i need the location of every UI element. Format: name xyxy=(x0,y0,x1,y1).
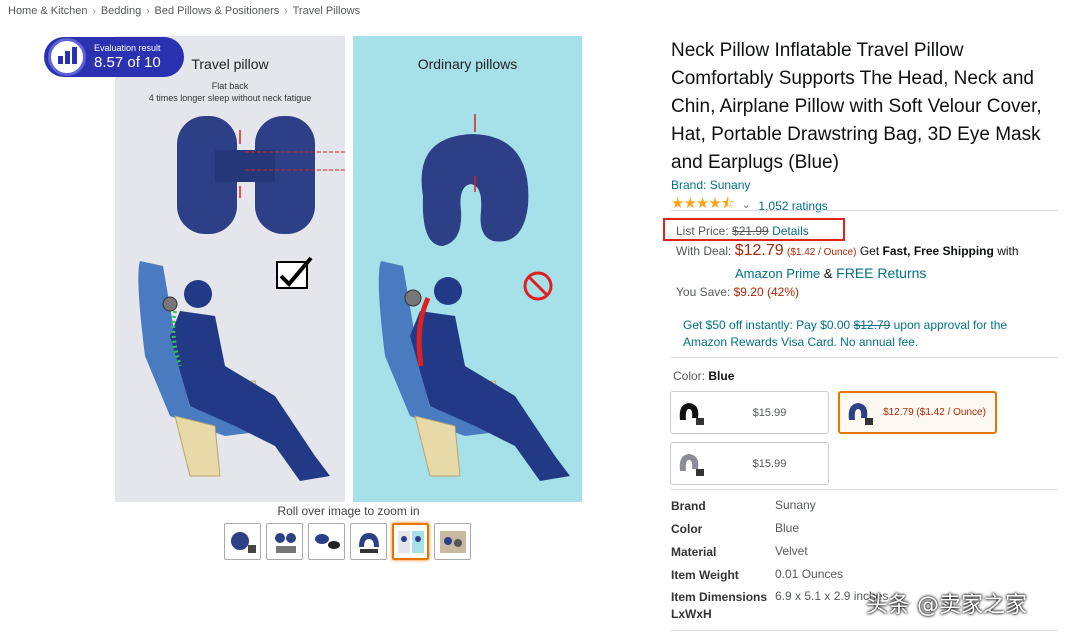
thumbnail-3[interactable] xyxy=(308,523,345,560)
shipping-with: with xyxy=(997,244,1019,258)
brand-link[interactable]: Brand: Sunany xyxy=(671,178,750,192)
star-rating-icon[interactable]: ★★★★⯪ xyxy=(671,193,735,218)
divider xyxy=(671,357,1058,358)
spec-value: Blue xyxy=(775,521,800,535)
deal-price: $12.79 xyxy=(734,242,784,259)
swatch-price: $15.99 xyxy=(752,457,787,470)
shipping-get: Get xyxy=(859,244,880,258)
you-save-value: $9.20 (42%) xyxy=(733,285,799,299)
amazon-prime-link[interactable]: Amazon Prime xyxy=(735,266,820,281)
swatch-blue[interactable]: $12.79 ($1.42 / Ounce) xyxy=(838,391,997,434)
swatch-gray[interactable]: $15.99 xyxy=(670,442,829,485)
thumbnail-5[interactable] xyxy=(392,523,429,560)
prime-row: Amazon Prime & FREE Returns xyxy=(735,265,926,281)
swatch-price: $15.99 xyxy=(752,406,787,419)
spec-value: Velvet xyxy=(775,544,808,558)
spec-value: Sunany xyxy=(775,498,816,512)
image-panel-travel-pillow: Travel pillow Flat back 4 times longer s… xyxy=(115,36,345,502)
zoom-hint: Roll over image to zoom in xyxy=(277,504,420,518)
deal-price-row: With Deal: $12.79 ($1.42 / Ounce) Get Fa… xyxy=(676,242,1019,260)
thumbnail-2[interactable] xyxy=(266,523,303,560)
spec-key: Material xyxy=(671,545,717,559)
thumbnail-4[interactable] xyxy=(350,523,387,560)
travel-pillow-illustration xyxy=(138,116,345,481)
thumbnail-1[interactable] xyxy=(224,523,261,560)
visa-promo[interactable]: Get $50 off instantly: Pay $0.00 $12.79 … xyxy=(683,317,1043,351)
spec-key: Color xyxy=(671,522,703,536)
swatch-price: $12.79 ($1.42 / Ounce) xyxy=(883,407,986,418)
divider xyxy=(671,630,1058,631)
divider xyxy=(671,489,1058,490)
deal-label: With Deal: xyxy=(676,244,732,258)
swatch-black[interactable]: $15.99 xyxy=(670,391,829,434)
evaluation-score: 8.57 of 10 xyxy=(94,53,161,71)
list-price-value: $21.99 xyxy=(732,224,769,238)
chevron-right-icon: › xyxy=(92,5,96,17)
spec-key: Brand xyxy=(671,499,706,513)
color-label: Color: Blue xyxy=(673,369,734,383)
image-panel-ordinary-pillow: Ordinary pillows xyxy=(353,36,582,502)
shipping-fast-free: Fast, Free Shipping xyxy=(882,244,994,258)
thumbnail-6[interactable] xyxy=(434,523,471,560)
you-save-row: You Save: $9.20 (42%) xyxy=(676,285,799,299)
ampersand: & xyxy=(823,266,833,281)
free-returns-link[interactable]: FREE Returns xyxy=(836,265,926,281)
breadcrumb: Home & Kitchen › Bedding › Bed Pillows &… xyxy=(8,5,360,17)
breadcrumb-travel-pillows[interactable]: Travel Pillows xyxy=(293,5,360,17)
thumbnail-strip xyxy=(224,523,471,560)
details-link[interactable]: Details xyxy=(772,224,809,238)
spec-value: 0.01 Ounces xyxy=(775,567,844,581)
color-selected-value: Blue xyxy=(708,369,735,383)
chevron-right-icon: › xyxy=(146,5,150,17)
bar-chart-icon xyxy=(48,38,86,76)
breadcrumb-bed-pillows[interactable]: Bed Pillows & Positioners xyxy=(155,5,280,17)
spec-key: Item Weight xyxy=(671,568,739,582)
chevron-right-icon: › xyxy=(284,5,288,17)
list-price-label: List Price: xyxy=(676,224,729,238)
swatch-image xyxy=(671,444,711,484)
list-price-row: List Price: $21.99 Details xyxy=(676,224,809,238)
you-save-label: You Save: xyxy=(676,285,731,299)
product-title: Neck Pillow Inflatable Travel Pillow Com… xyxy=(671,40,1042,173)
swatch-image xyxy=(671,393,711,433)
ordinary-pillow-illustration xyxy=(378,114,570,481)
swatch-image xyxy=(840,393,880,433)
breadcrumb-bedding[interactable]: Bedding xyxy=(101,5,141,17)
watermark: 头条 @卖家之家 xyxy=(866,593,1027,618)
color-label-text: Color: xyxy=(673,369,706,383)
promo-strike-price: $12.79 xyxy=(853,318,891,332)
divider xyxy=(671,210,1058,211)
deal-unit-price: ($1.42 / Ounce) xyxy=(786,247,857,258)
rating-row: ★★★★⯪ ⌄ 1,052 ratings xyxy=(671,193,828,218)
breadcrumb-home-kitchen[interactable]: Home & Kitchen xyxy=(8,5,87,17)
spec-key: Item Dimensions LxWxH xyxy=(671,590,768,621)
evaluation-badge: Evaluation result 8.57 of 10 xyxy=(44,37,184,77)
main-product-image[interactable]: Travel pillow Flat back 4 times longer s… xyxy=(115,36,582,502)
promo-text-1: Get $50 off instantly: Pay $0.00 xyxy=(683,318,851,332)
evaluation-label: Evaluation result xyxy=(94,42,161,53)
